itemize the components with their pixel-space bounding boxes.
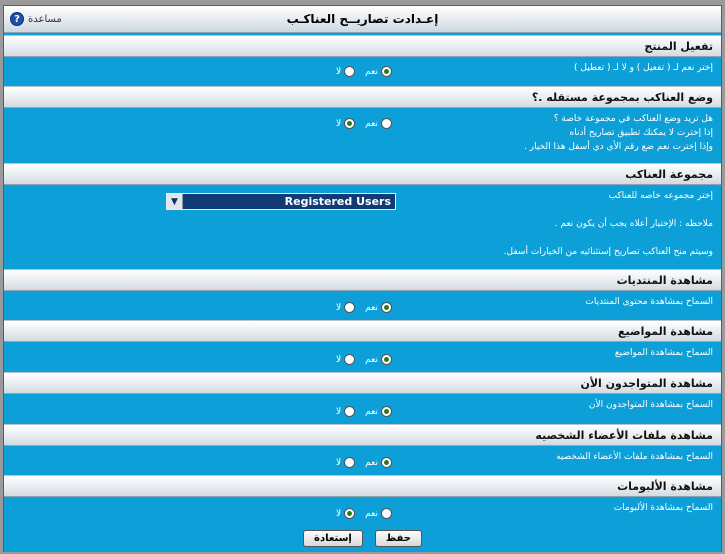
radio-no-label[interactable]: لا: [336, 303, 341, 313]
radio-group: نعم لا: [334, 406, 400, 417]
description-line: وإذا إخترت نعم ضع رقم الأي دي أسفل هذا ا…: [524, 142, 713, 152]
option-description: السماح بمشاهدة محتوى المنتديات: [585, 297, 713, 307]
radio-no-label[interactable]: لا: [336, 458, 341, 468]
radio-group: نعم لا: [334, 354, 400, 365]
option-row: السماح بمشاهدة المواضيع نعم لا: [4, 342, 721, 371]
option-row: إختر مجموعه خاصه للعناكب ملاحظه : الإختي…: [4, 185, 721, 269]
radio-group: نعم لا: [334, 118, 400, 129]
radio-yes-label[interactable]: نعم: [365, 458, 378, 468]
radio-yes-label[interactable]: نعم: [365, 355, 378, 365]
radio-yes[interactable]: [380, 354, 392, 365]
group-select-value[interactable]: Registered Users: [183, 195, 395, 208]
section-header: مشاهدة ملفات الأعضاء الشخصيه: [4, 424, 721, 446]
radio-group: نعم لا: [334, 302, 400, 313]
radio-yes[interactable]: [380, 118, 392, 129]
radio-yes-label[interactable]: نعم: [365, 303, 378, 313]
option-row: السماح بمشاهدة محتوى المنتديات نعم لا: [4, 291, 721, 319]
radio-yes-label[interactable]: نعم: [365, 119, 378, 129]
save-button[interactable]: حفظ: [374, 529, 422, 547]
description-line: وسيتم منح العناكب تصاريح إستثنائيه من ال…: [503, 247, 713, 257]
radio-yes-label[interactable]: نعم: [365, 67, 378, 77]
section-header: مجموعة العناكب: [4, 163, 721, 185]
option-row: السماح بمشاهدة ملفات الأعضاء الشخصيه نعم…: [4, 446, 721, 475]
section-view-albums: مشاهدة الألبومات السماح بمشاهدة الألبوما…: [4, 475, 721, 524]
option-description: السماح بمشاهدة الألبومات: [613, 503, 713, 513]
form-actions: إستعادة حفظ: [4, 524, 721, 552]
panel-titlebar: إعـدادت تصاريــح العناكـب ? مساعدة: [4, 6, 721, 33]
description-line: ملاحظه : الإختيار أعلاه يجب أن يكون نعم …: [554, 219, 713, 229]
option-description: إختر نعم لـ ( تفعيل ) و لا لـ ( تعطيل ): [573, 63, 713, 73]
option-row: إختر نعم لـ ( تفعيل ) و لا لـ ( تعطيل ) …: [4, 57, 721, 85]
chevron-down-icon[interactable]: ▼: [167, 194, 183, 209]
radio-no[interactable]: [344, 118, 356, 129]
radio-no[interactable]: [344, 302, 356, 313]
radio-yes-label[interactable]: نعم: [365, 509, 378, 519]
help-icon[interactable]: ?: [10, 12, 24, 26]
section-header: وضع العناكب بمجموعة مستقله .؟: [4, 86, 721, 108]
option-row: هل تريد وضع العناكب في مجموعة خاصة ؟ إذا…: [4, 108, 721, 163]
radio-yes-label[interactable]: نعم: [365, 407, 378, 417]
radio-no-label[interactable]: لا: [336, 355, 341, 365]
reset-button[interactable]: إستعادة: [303, 529, 363, 547]
group-select[interactable]: ▼ Registered Users: [166, 193, 396, 210]
radio-yes[interactable]: [380, 457, 392, 468]
section-header: مشاهدة المواضيع: [4, 320, 721, 342]
radio-no[interactable]: [344, 406, 356, 417]
radio-yes[interactable]: [380, 302, 392, 313]
option-description: إختر مجموعه خاصه للعناكب ملاحظه : الإختي…: [504, 189, 713, 259]
radio-no[interactable]: [344, 66, 356, 77]
radio-group: نعم لا: [334, 457, 400, 468]
section-header: تفعيل المنتج: [4, 35, 721, 57]
help-label[interactable]: مساعدة: [28, 14, 62, 25]
radio-no-label[interactable]: لا: [336, 67, 341, 77]
section-view-forums: مشاهدة المنتديات السماح بمشاهدة محتوى ال…: [4, 269, 721, 319]
section-header: مشاهدة المنتديات: [4, 269, 721, 291]
section-view-online: مشاهدة المتواجدون الأن السماح بمشاهدة ال…: [4, 372, 721, 423]
option-description: السماح بمشاهدة المواضيع: [614, 348, 713, 358]
page-title: إعـدادت تصاريــح العناكـب: [286, 12, 439, 26]
option-description: السماح بمشاهدة ملفات الأعضاء الشخصيه: [556, 452, 713, 462]
help-link[interactable]: ? مساعدة: [10, 12, 62, 26]
description-line: إختر مجموعه خاصه للعناكب: [608, 191, 713, 201]
section-header: مشاهدة الألبومات: [4, 475, 721, 497]
radio-no-label[interactable]: لا: [336, 407, 341, 417]
option-description: السماح بمشاهدة المتواجدون الأن: [588, 400, 713, 410]
radio-group: نعم لا: [334, 508, 400, 519]
radio-group: نعم لا: [334, 66, 400, 77]
radio-yes[interactable]: [380, 66, 392, 77]
settings-panel: إعـدادت تصاريــح العناكـب ? مساعدة تفعيل…: [3, 5, 722, 552]
radio-no[interactable]: [344, 508, 356, 519]
radio-no[interactable]: [344, 354, 356, 365]
section-header: مشاهدة المتواجدون الأن: [4, 372, 721, 394]
radio-yes[interactable]: [380, 508, 392, 519]
option-description: هل تريد وضع العناكب في مجموعة خاصة ؟ إذا…: [524, 112, 713, 154]
radio-no-label[interactable]: لا: [336, 119, 341, 129]
section-view-topics: مشاهدة المواضيع السماح بمشاهدة المواضيع …: [4, 320, 721, 371]
option-row: السماح بمشاهدة المتواجدون الأن نعم لا: [4, 394, 721, 423]
section-view-profiles: مشاهدة ملفات الأعضاء الشخصيه السماح بمشا…: [4, 424, 721, 475]
section-group-status: وضع العناكب بمجموعة مستقله .؟ هل تريد وض…: [4, 86, 721, 163]
option-row: السماح بمشاهدة الألبومات نعم لا: [4, 497, 721, 524]
description-line: إذا إخترت لا يمكنك تطبيق تصاريح أدناه: [569, 128, 713, 138]
radio-yes[interactable]: [380, 406, 392, 417]
description-line: هل تريد وضع العناكب في مجموعة خاصة ؟: [553, 114, 713, 124]
radio-no[interactable]: [344, 457, 356, 468]
radio-no-label[interactable]: لا: [336, 509, 341, 519]
section-enable: تفعيل المنتج إختر نعم لـ ( تفعيل ) و لا …: [4, 35, 721, 85]
section-spider-group: مجموعة العناكب إختر مجموعه خاصه للعناكب …: [4, 163, 721, 269]
